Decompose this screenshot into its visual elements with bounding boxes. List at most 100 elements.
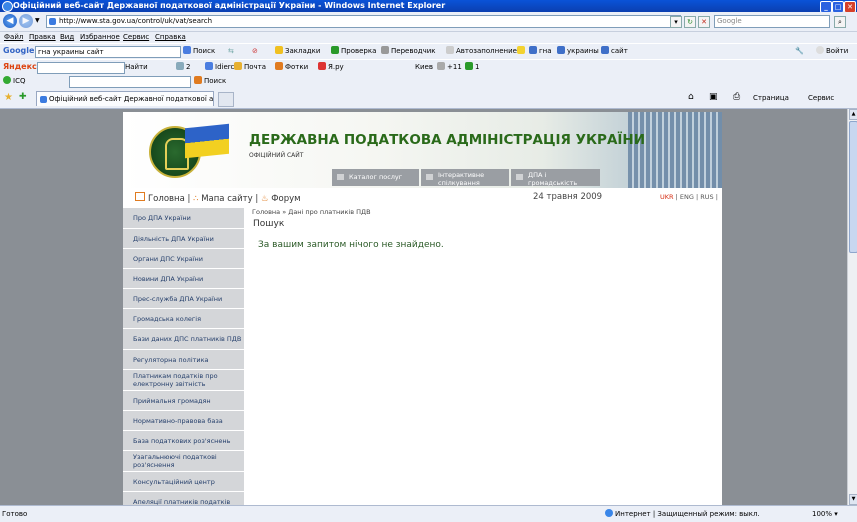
yandex-yaru-button[interactable]: Я.ру bbox=[318, 62, 344, 72]
search-icon[interactable]: ⌕ bbox=[834, 16, 846, 28]
sidebar-item-e-reporting[interactable]: Платникам податків про електронну звітні… bbox=[123, 370, 244, 391]
yandex-weather[interactable]: +11 bbox=[437, 62, 462, 72]
zoom-level[interactable]: 100% ▾ bbox=[812, 506, 838, 522]
breadcrumb[interactable]: Головна » Дані про платників ПДВ bbox=[252, 208, 371, 216]
tab-square-icon bbox=[337, 174, 344, 180]
yandex-mail-count[interactable]: 2 bbox=[176, 62, 190, 72]
tab-title: Офіційний веб-сайт Державної податкової … bbox=[49, 95, 214, 103]
vertical-scrollbar[interactable]: ▲ ▼ bbox=[847, 109, 857, 505]
banner-tab-interactive[interactable]: Інтерактивне спілкування bbox=[421, 169, 509, 187]
yandex-idierc[interactable]: Idierc bbox=[205, 62, 234, 72]
yandex-find-button[interactable]: Найти bbox=[125, 62, 148, 72]
security-zone[interactable]: Интернет | Защищенный режим: выкл. bbox=[605, 506, 760, 522]
print-icon[interactable]: ⎙ bbox=[733, 92, 740, 102]
history-dropdown-icon[interactable]: ▼ bbox=[35, 17, 40, 24]
browser-tab[interactable]: Офіційний веб-сайт Державної податкової … bbox=[36, 91, 214, 106]
search-term-sait[interactable]: сайт bbox=[601, 46, 628, 56]
tab-favicon-icon bbox=[40, 96, 47, 103]
lang-rus[interactable]: RUS bbox=[700, 193, 713, 201]
address-dropdown-icon[interactable]: ▾ bbox=[670, 16, 682, 28]
translate-button[interactable]: Переводчик bbox=[381, 46, 435, 56]
icq-search-input[interactable] bbox=[69, 76, 191, 88]
sidebar-item-general-explanations[interactable]: Узагальнюючі податкові роз'яснення bbox=[123, 451, 244, 472]
scrollbar-thumb[interactable] bbox=[849, 121, 857, 253]
search-placeholder: Google bbox=[717, 17, 742, 25]
sign-in-button[interactable]: Войти bbox=[816, 46, 848, 56]
menu-favorites[interactable]: Избранное bbox=[80, 32, 120, 43]
google-search-button[interactable]: Поиск bbox=[183, 46, 215, 56]
menu-help[interactable]: Справка bbox=[155, 32, 186, 43]
address-input[interactable]: http://www.sta.gov.ua/control/uk/vat/sea… bbox=[46, 15, 681, 28]
autofill-button[interactable]: Автозаполнение bbox=[446, 46, 517, 56]
menu-tools[interactable]: Сервис bbox=[123, 32, 149, 43]
yandex-search-input[interactable] bbox=[37, 62, 125, 74]
tools-menu-button[interactable]: Сервис bbox=[808, 94, 834, 102]
sidebar-item-about[interactable]: Про ДПА України bbox=[123, 208, 244, 229]
sidebar-item-collegium[interactable]: Громадська колегія bbox=[123, 309, 244, 329]
nav-home-link[interactable]: Головна bbox=[148, 194, 185, 204]
yandex-mail-button[interactable]: Почта bbox=[234, 62, 266, 72]
tab-square-icon bbox=[516, 174, 523, 180]
popup-blocker-icon[interactable]: ⊘ bbox=[252, 46, 258, 56]
current-date: 24 травня 2009 bbox=[533, 192, 603, 202]
sidebar-item-reception[interactable]: Приймальня громадян bbox=[123, 391, 244, 411]
tab-bar: ★ ✚ Офіційний веб-сайт Державної податко… bbox=[0, 88, 857, 109]
address-url: http://www.sta.gov.ua/control/uk/vat/sea… bbox=[59, 17, 213, 25]
add-favorite-icon[interactable]: ✚ bbox=[19, 92, 27, 102]
nav-forum-link[interactable]: Форум bbox=[271, 194, 300, 204]
scroll-down-icon[interactable]: ▼ bbox=[849, 494, 857, 505]
google-search-input[interactable]: гна украины сайт bbox=[35, 46, 181, 58]
search-input[interactable]: Google bbox=[714, 15, 830, 28]
sidebar-item-appeals[interactable]: Апеляції платників податків bbox=[123, 492, 244, 505]
sidebar-item-legal-base[interactable]: Нормативно-правова база bbox=[123, 411, 244, 431]
banner-tab-services[interactable]: Каталог послуг bbox=[332, 169, 419, 186]
back-button[interactable]: ◀ bbox=[3, 14, 17, 28]
menu-view[interactable]: Вид bbox=[60, 32, 74, 43]
new-tab-button[interactable] bbox=[218, 92, 234, 107]
banner-tab-public[interactable]: ДПА і громадськість bbox=[511, 169, 600, 187]
menu-file[interactable]: Файл bbox=[4, 32, 23, 43]
home-icon[interactable]: ⌂ bbox=[688, 92, 694, 102]
stop-icon[interactable]: ✕ bbox=[698, 16, 710, 28]
page-title: Пошук bbox=[253, 219, 285, 229]
search-term-ukrainy[interactable]: украины bbox=[557, 46, 599, 56]
sidebar-item-activity[interactable]: Діяльність ДПА України bbox=[123, 229, 244, 249]
icq-search-button[interactable]: Поиск bbox=[194, 76, 226, 86]
search-term-gna[interactable]: гна bbox=[529, 46, 552, 56]
nav-sitemap-link[interactable]: Мапа сайту bbox=[201, 194, 252, 204]
google-toolbar: Google гна украины сайт Поиск ⇆ ⊘ Заклад… bbox=[0, 44, 857, 59]
yandex-photos-button[interactable]: Фотки bbox=[275, 62, 308, 72]
yandex-city[interactable]: Киев bbox=[415, 62, 433, 72]
menu-edit[interactable]: Правка bbox=[29, 32, 56, 43]
yandex-toolbar: Яндекс Найти 2 Idierc Почта Фотки Я.ру К… bbox=[0, 60, 857, 74]
favorites-star-icon[interactable]: ★ bbox=[4, 92, 13, 103]
spellcheck-button[interactable]: Проверка bbox=[331, 46, 376, 56]
forward-button[interactable]: ▶ bbox=[19, 14, 33, 28]
sidebar-item-regulatory[interactable]: Регуляторна політика bbox=[123, 350, 244, 370]
lang-ukr[interactable]: UKR bbox=[660, 193, 674, 201]
status-bar: Готово Интернет | Защищенный режим: выкл… bbox=[0, 505, 857, 522]
refresh-icon[interactable]: ↻ bbox=[684, 16, 696, 28]
sidebar-item-organs[interactable]: Органи ДПС України bbox=[123, 249, 244, 269]
yandex-traffic[interactable]: 1 bbox=[465, 62, 479, 72]
page-favicon-icon bbox=[49, 18, 56, 25]
sidebar-item-press[interactable]: Прес-служба ДПА України bbox=[123, 289, 244, 309]
lang-eng[interactable]: ENG bbox=[680, 193, 694, 201]
sidebar-item-vat-database[interactable]: Бази даних ДПС платників ПДВ bbox=[123, 329, 244, 350]
sidebar-item-consultation[interactable]: Консультаційний центр bbox=[123, 472, 244, 492]
address-toolbar: ◀ ▶ ▼ http://www.sta.gov.ua/control/uk/v… bbox=[0, 12, 857, 32]
bookmarks-button[interactable]: Закладки bbox=[275, 46, 320, 56]
menu-bar: Файл Правка Вид Избранное Сервис Справка bbox=[0, 32, 857, 43]
language-switcher: UKR | ENG | RUS | bbox=[660, 193, 718, 201]
tab-square-icon bbox=[426, 174, 433, 180]
site-subtitle: ОФІЦІЙНИЙ САЙТ bbox=[249, 152, 304, 159]
window-title-bar: Офіційний веб-сайт Державної податкової … bbox=[0, 0, 857, 13]
scroll-up-icon[interactable]: ▲ bbox=[849, 109, 857, 120]
highlight-icon[interactable] bbox=[517, 46, 527, 56]
google-options-icon[interactable]: ⇆ bbox=[228, 46, 234, 56]
sidebar-item-explanations[interactable]: База податкових роз'яснень bbox=[123, 431, 244, 451]
feeds-icon[interactable]: ▣ bbox=[709, 92, 718, 102]
sidebar-item-news[interactable]: Новини ДПА України bbox=[123, 269, 244, 289]
page-menu-button[interactable]: Страница bbox=[753, 94, 789, 102]
wrench-icon[interactable]: 🔧 bbox=[795, 46, 804, 56]
